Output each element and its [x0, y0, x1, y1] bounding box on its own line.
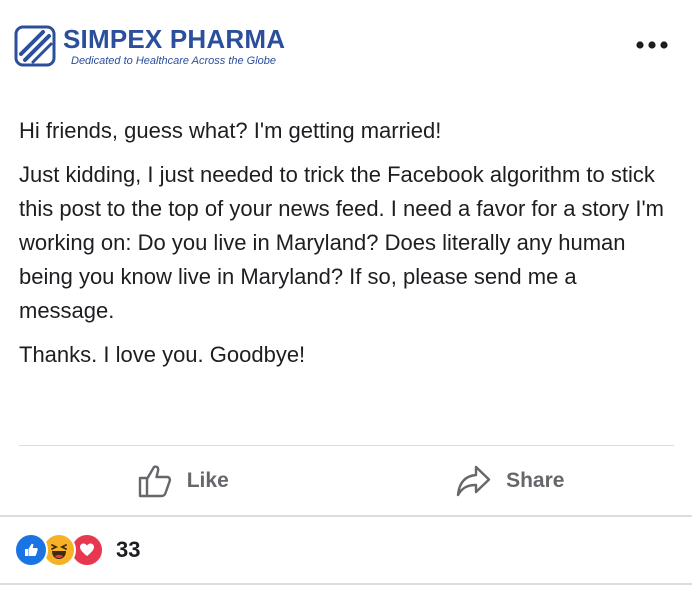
page-logo[interactable]: SIMPEX PHARMA Dedicated to Healthcare Ac…: [13, 24, 285, 68]
reactions-summary[interactable]: 33: [14, 532, 140, 568]
post-paragraph: Thanks. I love you. Goodbye!: [19, 342, 306, 367]
divider: [0, 583, 692, 585]
page-name[interactable]: SIMPEX PHARMA: [63, 24, 285, 54]
like-label: Like: [186, 469, 229, 492]
logo-text: SIMPEX PHARMA Dedicated to Healthcare Ac…: [63, 24, 285, 67]
simpex-logo-icon: [14, 25, 56, 67]
divider: [0, 515, 692, 517]
share-arrow-icon: [456, 465, 491, 497]
post-header: SIMPEX PHARMA Dedicated to Healthcare Ac…: [0, 0, 692, 100]
more-dots-icon: [636, 41, 668, 49]
reaction-count[interactable]: 33: [116, 537, 140, 563]
post-paragraph: Hi friends, guess what? I'm getting marr…: [19, 118, 442, 143]
like-button[interactable]: Like: [19, 446, 347, 516]
page-tagline: Dedicated to Healthcare Across the Globe: [71, 55, 277, 67]
like-reaction-icon: [14, 533, 48, 567]
post-body: Hi friends, guess what? I'm getting marr…: [19, 114, 674, 372]
post-actions: Like Share: [19, 446, 674, 516]
share-label: Share: [506, 469, 565, 492]
share-button[interactable]: Share: [347, 446, 675, 516]
more-options-button[interactable]: [632, 33, 672, 57]
post-paragraph: Just kidding, I just needed to trick the…: [19, 162, 664, 323]
thumbs-up-icon: [138, 465, 171, 498]
